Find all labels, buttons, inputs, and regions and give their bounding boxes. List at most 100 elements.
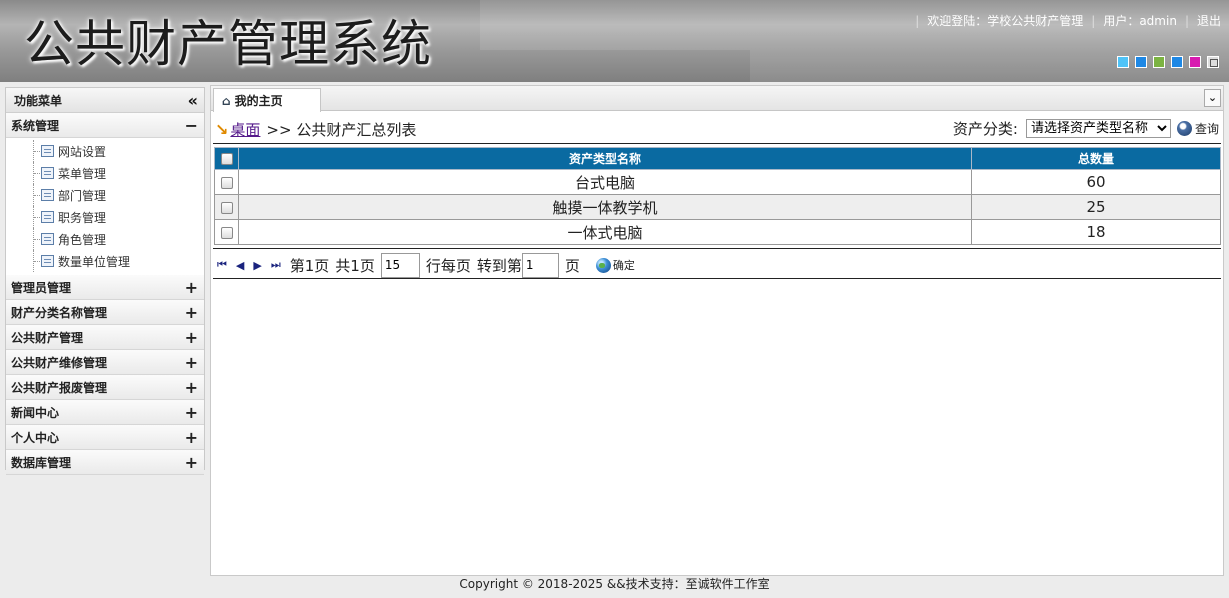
sidebar-group-personal[interactable]: 个人中心 + bbox=[6, 425, 204, 450]
sidebar-item-label: 职务管理 bbox=[58, 210, 107, 225]
sidebar-group-label: 新闻中心 bbox=[11, 405, 60, 420]
pager-divider-top bbox=[213, 248, 1221, 249]
sidebar-item-unit-management[interactable]: 数量单位管理 bbox=[6, 250, 204, 272]
plus-icon[interactable]: + bbox=[185, 278, 198, 297]
sidebar-group-category[interactable]: 财产分类名称管理 + bbox=[6, 300, 204, 325]
plus-icon[interactable]: + bbox=[185, 328, 198, 347]
sidebar-group-label: 数据库管理 bbox=[11, 455, 72, 470]
sidebar-group-system[interactable]: 系统管理 − bbox=[6, 113, 204, 138]
sidebar-item-site-settings[interactable]: 网站设置 bbox=[6, 140, 204, 162]
sidebar-header: 功能菜单 « bbox=[6, 88, 204, 113]
sidebar-group-label: 公共财产管理 bbox=[11, 330, 84, 345]
asset-type-name: 触摸一体教学机 bbox=[238, 194, 972, 220]
sidebar-group-repair[interactable]: 公共财产维修管理 + bbox=[6, 350, 204, 375]
category-select[interactable]: 请选择资产类型名称 bbox=[1025, 119, 1171, 138]
sidebar: 功能菜单 « 系统管理 − 网站设置 菜单管理 部门管理 职务管理 角色管理 数… bbox=[5, 87, 205, 475]
plus-icon[interactable]: + bbox=[185, 303, 198, 322]
sidebar-group-property[interactable]: 公共财产管理 + bbox=[6, 325, 204, 350]
sidebar-group-admin[interactable]: 管理员管理 + bbox=[6, 275, 204, 300]
breadcrumb-desktop-link[interactable]: 桌面 bbox=[230, 119, 260, 140]
goto-page-text: 转到第 bbox=[476, 256, 522, 275]
total-pages-text: 共1页 bbox=[335, 256, 375, 275]
query-label: 查询 bbox=[1194, 122, 1219, 136]
sidebar-item-label: 网站设置 bbox=[58, 144, 107, 159]
top-links: | 欢迎登陆：学校公共财产管理 | 用户：admin | 退出 bbox=[915, 12, 1221, 29]
confirm-button[interactable]: 确定 bbox=[595, 257, 635, 273]
plus-icon[interactable]: + bbox=[185, 353, 198, 372]
sidebar-item-menu-management[interactable]: 菜单管理 bbox=[6, 162, 204, 184]
home-icon: ⌂ bbox=[222, 93, 231, 108]
rows-per-page-input[interactable] bbox=[380, 252, 420, 278]
sidebar-item-label: 角色管理 bbox=[58, 232, 107, 247]
sidebar-item-label: 部门管理 bbox=[58, 188, 107, 203]
skin-option-3[interactable] bbox=[1153, 56, 1165, 68]
skin-selector bbox=[1117, 56, 1219, 68]
table-header-row: 资产类型名称 总数量 bbox=[214, 147, 1221, 170]
breadcrumb: ↘ 桌面 >> 公共财产汇总列表 资产分类: 请选择资产类型名称 查询 bbox=[215, 116, 1219, 142]
current-page-text: 第1页 bbox=[289, 256, 330, 275]
goto-page-input[interactable] bbox=[521, 252, 559, 278]
next-page-icon[interactable]: ▶ bbox=[253, 259, 261, 272]
plus-icon[interactable]: + bbox=[185, 428, 198, 447]
sidebar-group-label: 系统管理 bbox=[11, 118, 60, 133]
skin-option-2[interactable] bbox=[1135, 56, 1147, 68]
asset-count: 25 bbox=[971, 194, 1221, 220]
tabs-bar: ⌂ 我的主页 ⌄ bbox=[211, 86, 1223, 112]
last-page-icon[interactable]: ⏭ bbox=[271, 258, 281, 272]
skin-option-5[interactable] bbox=[1189, 56, 1201, 68]
sidebar-title: 功能菜单 bbox=[14, 93, 63, 108]
first-page-icon[interactable]: ⏮ bbox=[217, 258, 227, 272]
column-header-name: 资产类型名称 bbox=[238, 147, 972, 170]
minus-icon[interactable]: − bbox=[185, 116, 198, 135]
layout-toggle-icon[interactable] bbox=[1207, 56, 1219, 68]
query-button[interactable]: 查询 bbox=[1176, 120, 1219, 137]
sidebar-item-position-management[interactable]: 职务管理 bbox=[6, 206, 204, 228]
sidebar-item-label: 菜单管理 bbox=[58, 166, 107, 181]
select-all-cell bbox=[214, 147, 239, 170]
search-icon bbox=[1176, 121, 1192, 136]
sidebar-group-label: 公共财产报废管理 bbox=[11, 380, 108, 395]
welcome-text: 欢迎登陆：学校公共财产管理 bbox=[927, 14, 1084, 28]
page-icon bbox=[41, 211, 54, 223]
row-checkbox-cell bbox=[214, 169, 239, 195]
tab-label: 我的主页 bbox=[234, 94, 283, 108]
confirm-label: 确定 bbox=[612, 259, 635, 272]
select-all-checkbox[interactable] bbox=[220, 153, 233, 165]
arrow-icon: ↘ bbox=[215, 119, 229, 139]
table-row: 台式电脑 60 bbox=[214, 169, 1221, 195]
sidebar-group-database[interactable]: 数据库管理 + bbox=[6, 450, 204, 475]
row-checkbox[interactable] bbox=[220, 226, 233, 239]
skin-option-4[interactable] bbox=[1171, 56, 1183, 68]
sidebar-item-role-management[interactable]: 角色管理 bbox=[6, 228, 204, 250]
asset-type-name: 一体式电脑 bbox=[238, 219, 972, 245]
plus-icon[interactable]: + bbox=[185, 403, 198, 422]
tabs-dropdown-icon[interactable]: ⌄ bbox=[1204, 89, 1221, 107]
sidebar-group-news[interactable]: 新闻中心 + bbox=[6, 400, 204, 425]
sidebar-group-label: 公共财产维修管理 bbox=[11, 355, 108, 370]
row-checkbox[interactable] bbox=[220, 201, 233, 214]
logout-link[interactable]: 退出 bbox=[1197, 12, 1221, 29]
collapse-sidebar-icon[interactable]: « bbox=[188, 91, 198, 110]
skin-option-1[interactable] bbox=[1117, 56, 1129, 68]
user-label: 用户：admin bbox=[1103, 14, 1177, 28]
table-row: 一体式电脑 18 bbox=[214, 219, 1221, 245]
pagination: ⏮ ◀ ▶ ⏭ 第1页 共1页 行每页 转到第 页 确定 bbox=[217, 252, 635, 278]
page-icon bbox=[41, 255, 54, 267]
plus-icon[interactable]: + bbox=[185, 453, 198, 472]
page-icon bbox=[41, 145, 54, 157]
row-checkbox[interactable] bbox=[220, 176, 233, 189]
sidebar-group-scrap[interactable]: 公共财产报废管理 + bbox=[6, 375, 204, 400]
tab-home[interactable]: ⌂ 我的主页 bbox=[213, 88, 321, 112]
prev-page-icon[interactable]: ◀ bbox=[236, 259, 244, 272]
asset-count: 18 bbox=[971, 219, 1221, 245]
row-checkbox-cell bbox=[214, 219, 239, 245]
sidebar-item-department-management[interactable]: 部门管理 bbox=[6, 184, 204, 206]
sidebar-group-label: 财产分类名称管理 bbox=[11, 305, 108, 320]
summary-table: 资产类型名称 总数量 台式电脑 60 触摸一体教学机 25 一体式电脑 18 bbox=[214, 147, 1221, 245]
column-header-count: 总数量 bbox=[971, 147, 1221, 170]
app-header: 公共财产管理系统 | 欢迎登陆：学校公共财产管理 | 用户：admin | 退出 bbox=[0, 0, 1229, 82]
plus-icon[interactable]: + bbox=[185, 378, 198, 397]
table-row: 触摸一体教学机 25 bbox=[214, 194, 1221, 220]
page-icon bbox=[41, 233, 54, 245]
rows-per-page-text: 行每页 bbox=[425, 256, 471, 275]
